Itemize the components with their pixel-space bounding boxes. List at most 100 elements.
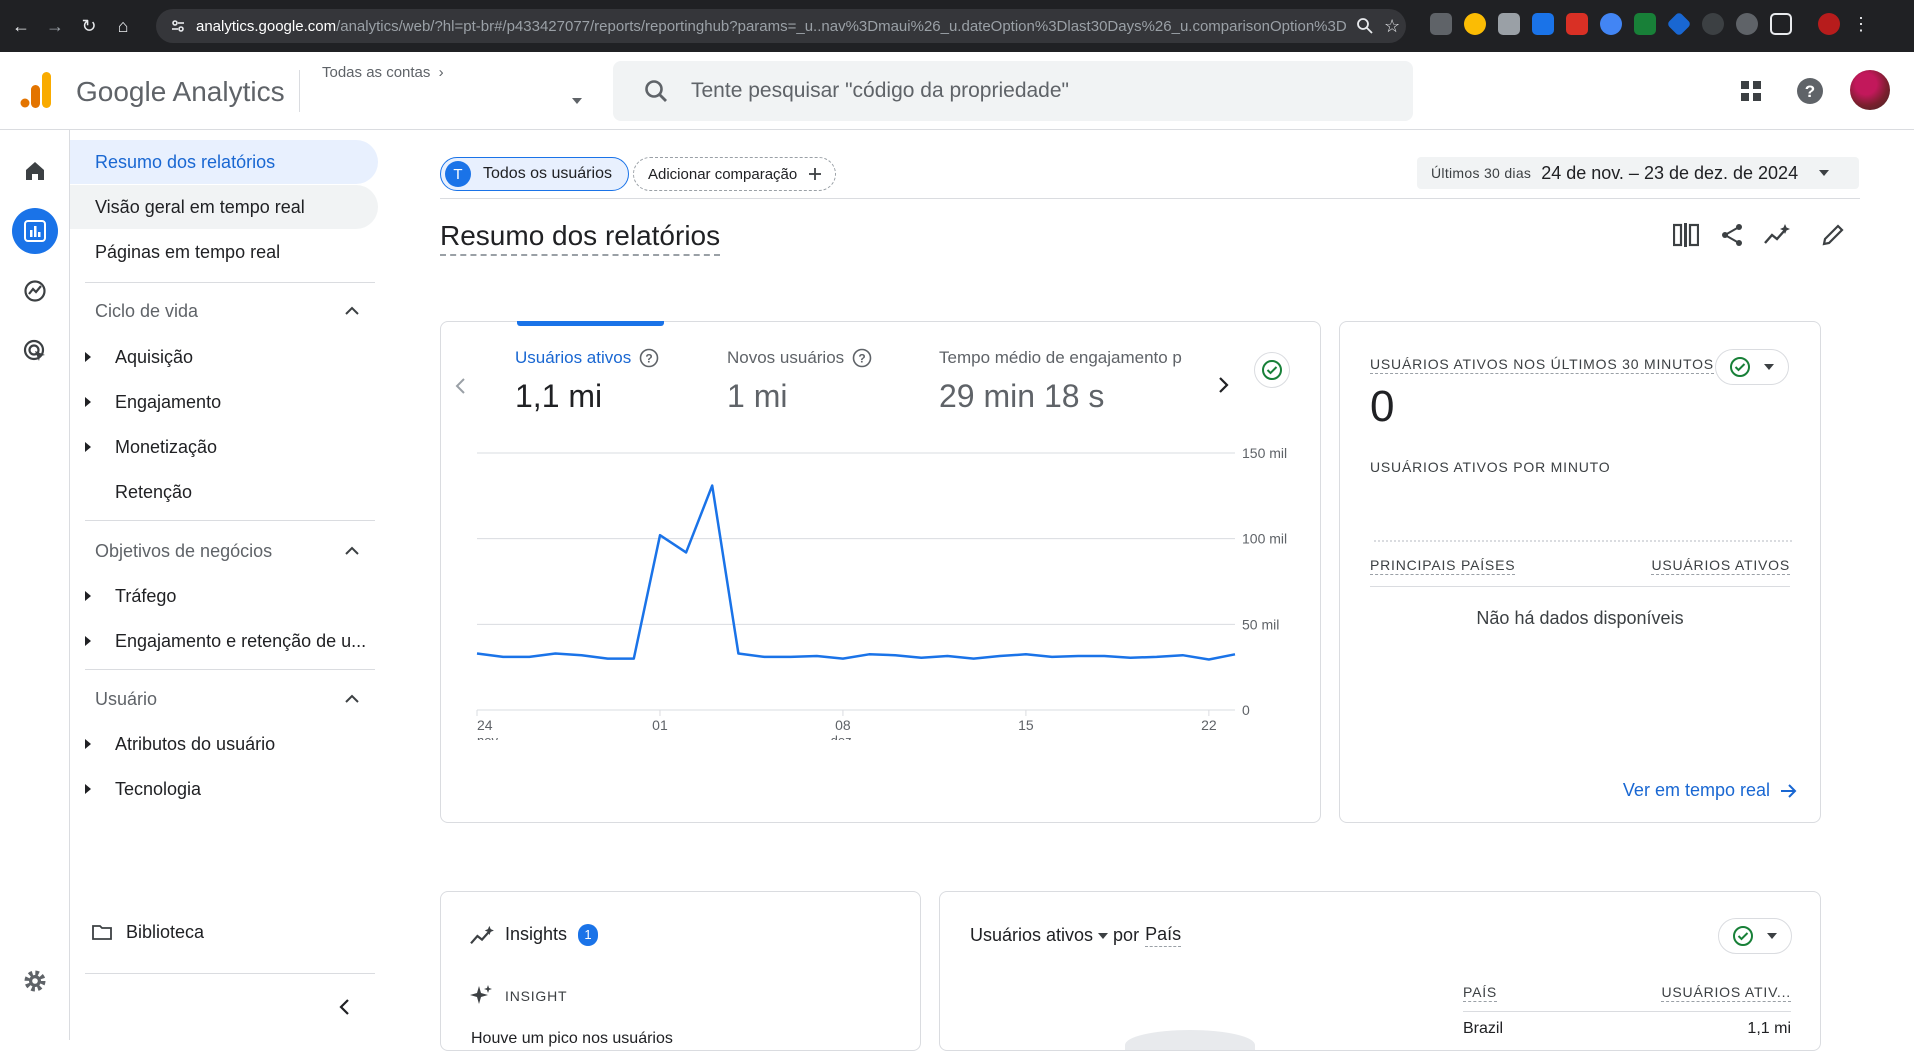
profile-avatar-icon[interactable] <box>1818 13 1840 35</box>
help-circle-icon[interactable]: ? <box>639 348 659 368</box>
sidebar-item-engagement[interactable]: Engajamento <box>70 380 378 424</box>
reports-sidebar: Resumo dos relatórios Visão geral em tem… <box>70 130 380 1040</box>
extension-icon[interactable] <box>1430 13 1452 35</box>
sidebar-item-realtime-overview[interactable]: Visão geral em tempo real <box>70 185 378 229</box>
compare-icon[interactable] <box>1671 220 1701 250</box>
insight-text[interactable]: Houve um pico nos usuários <box>471 1030 673 1048</box>
sidebar-section-business-objectives[interactable]: Objetivos de negócios <box>95 541 272 562</box>
accounts-label: Todas as contas <box>322 64 431 81</box>
sidebar-item-acquisition[interactable]: Aquisição <box>70 335 378 379</box>
caret-down-icon[interactable] <box>570 96 584 106</box>
date-range-picker[interactable]: Últimos 30 dias 24 de nov. – 23 de dez. … <box>1417 157 1859 189</box>
bar-chart-icon <box>24 220 46 242</box>
analytics-logo-icon[interactable] <box>20 72 52 108</box>
sidebar-item-reports-snapshot[interactable]: Resumo dos relatórios <box>70 140 378 184</box>
sidebar-item-library[interactable]: Biblioteca <box>70 910 378 954</box>
table-row[interactable]: Brazil 1,1 mi <box>1463 1020 1791 1038</box>
rail-advertising[interactable] <box>12 328 58 374</box>
sidebar-item-technology[interactable]: Tecnologia <box>70 767 378 811</box>
dimension-selector[interactable]: País <box>1145 924 1182 947</box>
apps-grid-icon[interactable] <box>1736 76 1766 106</box>
extension-icon[interactable] <box>1498 13 1520 35</box>
address-bar[interactable]: analytics.google.com/analytics/web/?hl=p… <box>156 9 1406 43</box>
metric-value: 29 min 18 s <box>939 378 1105 414</box>
metric-selector[interactable]: Usuários ativos <box>970 925 1093 946</box>
active-metric-indicator <box>517 321 664 326</box>
url-text[interactable]: analytics.google.com/analytics/web/?hl=p… <box>196 18 1346 35</box>
view-realtime-link[interactable]: Ver em tempo real <box>1623 780 1798 801</box>
metric-avg-engagement[interactable]: Tempo médio de engajamento p 29 min 18 s <box>939 348 1201 415</box>
help-circle-icon[interactable]: ? <box>852 348 872 368</box>
add-comparison-label: Adicionar comparação <box>648 165 798 183</box>
home-icon[interactable]: ⌂ <box>110 13 136 39</box>
all-users-chip[interactable]: T Todos os usuários <box>440 157 629 191</box>
help-icon[interactable]: ? <box>1795 76 1825 106</box>
avatar[interactable] <box>1850 70 1890 110</box>
data-quality-check[interactable] <box>1254 352 1290 388</box>
col-header-users[interactable]: USUÁRIOS ATIVOS <box>1651 557 1790 575</box>
url-path: /analytics/web/?hl=pt-br#/p433427077/rep… <box>336 17 1346 35</box>
chevron-up-icon[interactable] <box>342 301 362 321</box>
sidebar-item-traffic[interactable]: Tráfego <box>70 574 378 618</box>
insights-sparkle-icon[interactable] <box>1762 220 1792 250</box>
col-header-country[interactable]: PAÍS <box>1463 984 1498 1002</box>
sidebar-item-user-attributes[interactable]: Atributos do usuário <box>70 722 378 766</box>
sidebar-item-retention[interactable]: Retenção <box>70 470 378 514</box>
insight-tag: INSIGHT <box>505 988 568 1004</box>
bookmark-star-icon[interactable]: ☆ <box>1384 16 1400 37</box>
reload-icon[interactable]: ↻ <box>76 13 102 39</box>
chevron-right-icon[interactable] <box>1215 375 1231 395</box>
metric-active-users[interactable]: Usuários ativos ? 1,1 mi <box>515 348 659 415</box>
page-title[interactable]: Resumo dos relatórios <box>440 220 721 256</box>
realtime-status-chip[interactable] <box>1715 349 1789 385</box>
zoom-icon[interactable] <box>1356 17 1374 35</box>
site-info-icon[interactable] <box>170 18 186 34</box>
top-countries-header: PRINCIPAIS PAÍSES USUÁRIOS ATIVOS <box>1370 557 1790 587</box>
puzzle-icon[interactable] <box>1770 13 1792 35</box>
search-icon <box>645 80 667 102</box>
extension-icon[interactable] <box>1736 13 1758 35</box>
rail-reports[interactable] <box>12 208 58 254</box>
col-header-users[interactable]: USUÁRIOS ATIV... <box>1661 984 1791 1002</box>
account-selector[interactable]: Todas as contas › <box>322 64 444 81</box>
country-status-chip[interactable] <box>1718 918 1792 954</box>
edit-pencil-icon[interactable] <box>1818 220 1848 250</box>
back-icon[interactable]: ← <box>8 13 34 39</box>
sidebar-item-label: Biblioteca <box>126 921 205 942</box>
extension-icon[interactable] <box>1566 13 1588 35</box>
extension-icon[interactable] <box>1666 11 1692 37</box>
add-comparison-button[interactable]: Adicionar comparação <box>633 157 837 191</box>
expand-triangle-icon <box>85 442 91 452</box>
sidebar-section-user[interactable]: Usuário <box>95 689 157 710</box>
chevron-up-icon[interactable] <box>342 689 362 709</box>
brand-name[interactable]: Google Analytics <box>76 76 285 108</box>
rail-home[interactable] <box>12 148 58 194</box>
forward-icon[interactable]: → <box>42 13 68 39</box>
collapse-chevron-left-icon[interactable] <box>335 997 355 1017</box>
extension-icon[interactable] <box>1464 13 1486 35</box>
home-icon <box>26 162 44 180</box>
y-tick-label: 50 mil <box>1242 616 1279 632</box>
sidebar-item-engagement-retention[interactable]: Engajamento e retenção de u... <box>70 619 378 663</box>
expand-triangle-icon <box>85 591 91 601</box>
country-cell: Brazil <box>1463 1020 1504 1037</box>
share-icon[interactable] <box>1717 220 1747 250</box>
chevron-left-icon[interactable] <box>453 376 469 396</box>
search-input[interactable] <box>691 79 1391 103</box>
sidebar-item-monetization[interactable]: Monetização <box>70 425 378 469</box>
sidebar-section-lifecycle[interactable]: Ciclo de vida <box>95 301 198 322</box>
metric-new-users[interactable]: Novos usuários ? 1 mi <box>727 348 872 415</box>
search-bar[interactable] <box>613 61 1413 121</box>
rail-settings[interactable] <box>12 958 58 1004</box>
extension-icon[interactable] <box>1600 13 1622 35</box>
sidebar-item-realtime-pages[interactable]: Páginas em tempo real <box>70 230 378 274</box>
x-tick-sublabel: dez. <box>831 733 856 740</box>
menu-kebab-icon[interactable]: ⋮ <box>1852 13 1870 35</box>
chevron-up-icon[interactable] <box>342 541 362 561</box>
caret-down-icon[interactable] <box>1097 932 1109 940</box>
col-header-country[interactable]: PRINCIPAIS PAÍSES <box>1370 557 1516 575</box>
rail-explore[interactable] <box>12 268 58 314</box>
extension-icon[interactable] <box>1532 13 1554 35</box>
extension-icon[interactable] <box>1702 13 1724 35</box>
extension-icon[interactable] <box>1634 13 1656 35</box>
